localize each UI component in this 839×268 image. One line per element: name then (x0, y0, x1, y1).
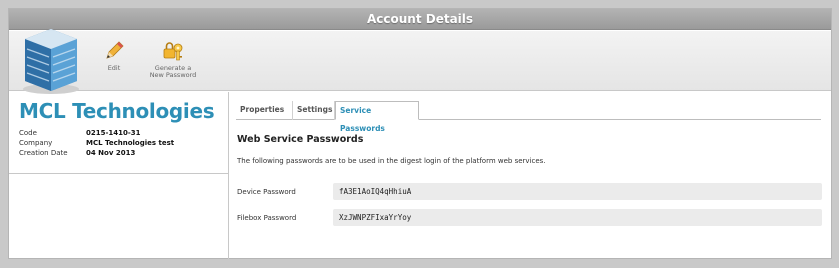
tab-service-passwords[interactable]: Service Passwords (335, 101, 419, 133)
edit-label: Edit (107, 64, 121, 72)
account-info: Code 0215-1410-31 Company MCL Technologies… (19, 128, 174, 158)
generate-label-line2: New Password (149, 71, 197, 79)
generate-password-button[interactable]: Generate a New Password (141, 31, 205, 79)
panel-divider (9, 173, 229, 174)
section-title: Web Service Passwords (237, 134, 364, 145)
device-password-value[interactable]: fA3E1AoIQ4qHhiuA (333, 183, 822, 200)
company-name: MCL Technologies (19, 99, 215, 123)
info-label: Code (19, 129, 37, 137)
info-row-company: Company MCL Technologies test (19, 138, 174, 148)
device-password-label: Device Password (237, 188, 296, 196)
info-label: Creation Date (19, 149, 68, 157)
edit-button[interactable]: Edit (82, 31, 146, 72)
building-logo-icon (17, 25, 85, 97)
tab-settings[interactable]: Settings (293, 101, 335, 120)
info-value: 0215-1410-31 (86, 129, 141, 137)
section-description: The following passwords are to be used i… (237, 157, 546, 165)
window-title: Account Details (9, 9, 831, 30)
info-label: Company (19, 139, 53, 147)
filebox-password-value[interactable]: XzJWNPZFIxaYrYoy (333, 209, 822, 226)
account-details-window: Account Details Edit Generate a New Pass… (8, 8, 832, 259)
info-value: 04 Nov 2013 (86, 149, 136, 157)
tab-bar: Properties Settings Service Passwords (236, 101, 821, 133)
pencil-icon (106, 41, 124, 59)
info-row-code: Code 0215-1410-31 (19, 128, 174, 138)
tab-properties[interactable]: Properties (236, 101, 293, 120)
key-lock-icon (163, 42, 183, 61)
toolbar: Edit Generate a New Password (9, 29, 831, 94)
main-content: Properties Settings Service Passwords We… (230, 92, 831, 259)
info-value: MCL Technologies test (86, 139, 175, 147)
filebox-password-label: Filebox Password (237, 214, 297, 222)
account-summary-panel: MCL Technologies Code 0215-1410-31 Compan… (9, 92, 229, 259)
info-row-creation-date: Creation Date 04 Nov 2013 (19, 148, 174, 158)
